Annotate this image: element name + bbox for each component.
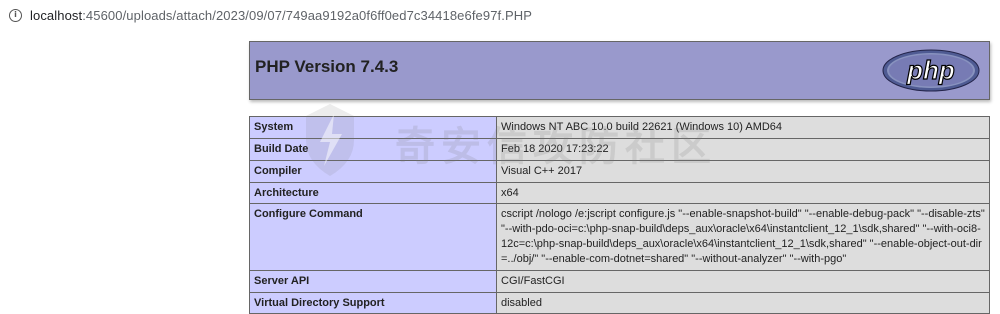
table-row: Build Date Feb 18 2020 17:23:22	[249, 137, 990, 161]
phpinfo-table: System Windows NT ABC 10.0 build 22621 (W…	[249, 116, 990, 314]
row-value: disabled	[496, 291, 990, 314]
phpinfo-container: PHP Version 7.4.3 php System Windows NT A…	[249, 41, 990, 314]
address-bar[interactable]: i localhost:45600/uploads/attach/2023/09…	[0, 0, 1000, 30]
row-key: Virtual Directory Support	[249, 291, 497, 314]
row-key: Server API	[249, 269, 497, 293]
row-value: CGI/FastCGI	[496, 269, 990, 293]
phpinfo-header: PHP Version 7.4.3 php	[249, 41, 990, 100]
page-title: PHP Version 7.4.3	[255, 57, 399, 76]
row-key: Build Date	[249, 137, 497, 161]
php-logo[interactable]: php	[882, 49, 980, 92]
row-key: Compiler	[249, 159, 497, 183]
row-value: Feb 18 2020 17:23:22	[496, 137, 990, 161]
row-value: cscript /nologo /e:jscript configure.js …	[496, 203, 990, 271]
phpinfo-table-body: System Windows NT ABC 10.0 build 22621 (W…	[249, 116, 990, 314]
url-path: :45600/uploads/attach/2023/09/07/749aa91…	[82, 7, 532, 23]
table-row: Architecture x64	[249, 181, 990, 205]
row-value: x64	[496, 181, 990, 205]
url-host: localhost	[30, 7, 83, 23]
table-row: System Windows NT ABC 10.0 build 22621 (W…	[249, 116, 990, 139]
row-key: System	[249, 116, 497, 139]
url-text[interactable]: localhost:45600/uploads/attach/2023/09/0…	[30, 8, 532, 23]
table-row: Configure Command cscript /nologo /e:jscr…	[249, 203, 990, 271]
row-key: Configure Command	[249, 203, 497, 271]
table-row: Compiler Visual C++ 2017	[249, 159, 990, 183]
table-row: Virtual Directory Support disabled	[249, 291, 990, 314]
row-value: Visual C++ 2017	[496, 159, 990, 183]
row-value: Windows NT ABC 10.0 build 22621 (Windows…	[496, 116, 990, 139]
php-logo-text: php	[906, 55, 955, 85]
table-row: Server API CGI/FastCGI	[249, 269, 990, 293]
info-icon[interactable]: i	[9, 8, 22, 22]
row-key: Architecture	[249, 181, 497, 205]
